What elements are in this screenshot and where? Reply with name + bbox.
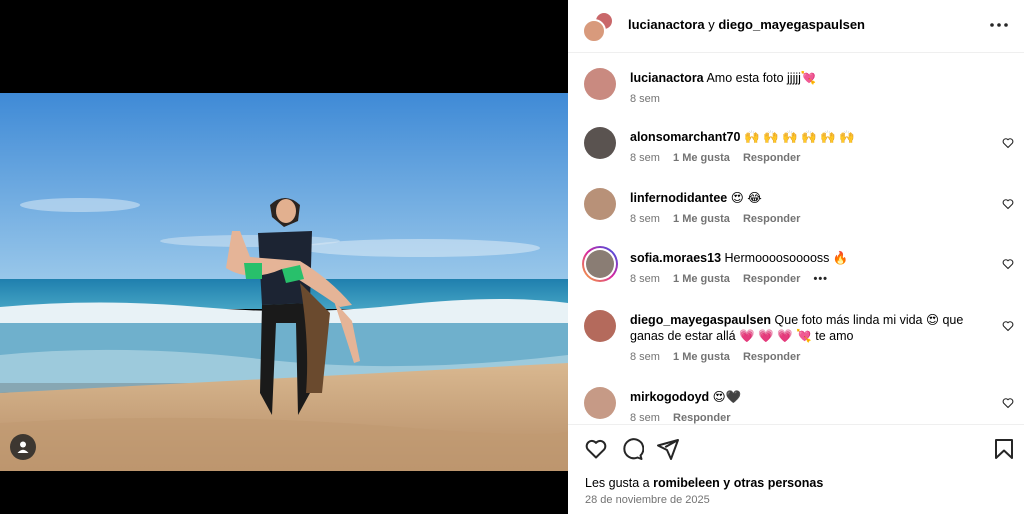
comment-meta: 8 sem 1 Me gusta Responder <box>630 152 810 164</box>
comment-text-row: diego_mayegaspaulsen Que foto más linda … <box>630 312 970 344</box>
comment-username[interactable]: diego_mayegaspaulsen <box>630 313 771 327</box>
collab-avatars[interactable] <box>582 11 616 43</box>
author-link[interactable]: diego_mayegaspaulsen <box>718 17 865 32</box>
comment-username[interactable]: linfernodidantee <box>630 191 727 205</box>
media-pane <box>0 0 568 514</box>
comment-time[interactable]: 8 sem <box>630 351 660 363</box>
comment-likes-count[interactable]: 1 Me gusta <box>673 273 730 285</box>
like-heart-icon[interactable] <box>584 437 608 461</box>
tagged-users-button[interactable] <box>10 434 36 460</box>
avatar[interactable] <box>584 127 616 159</box>
post-side-panel: lucianactora y diego_mayegaspaulsen luci… <box>568 0 1024 514</box>
comment-time[interactable]: 8 sem <box>630 273 660 285</box>
liker-username[interactable]: romibeleen <box>653 476 720 490</box>
comment-text: Hermoooosooooss 🔥 <box>724 251 849 265</box>
comment-username[interactable]: lucianactora <box>630 71 704 85</box>
comment-time[interactable]: 8 sem <box>630 213 660 225</box>
comment-icon[interactable] <box>620 437 644 461</box>
comment-meta: 8 sem <box>630 93 670 105</box>
comment-time[interactable]: 8 sem <box>630 412 660 424</box>
reply-button[interactable]: Responder <box>743 152 800 164</box>
comments-list[interactable]: lucianactora Amo esta foto jjjjj💘 8 sem … <box>568 54 1024 424</box>
post-date[interactable]: 28 de noviembre de 2025 <box>585 494 710 506</box>
comment-meta: 8 sem Responder <box>630 412 741 424</box>
caption-text-row: lucianactora Amo esta foto jjjjj💘 <box>630 70 980 86</box>
story-ring[interactable] <box>582 246 618 282</box>
likes-prefix: Les gusta a <box>585 476 654 490</box>
comment-username[interactable]: mirkogodoyd <box>630 390 709 404</box>
post-photo[interactable] <box>0 93 568 471</box>
reply-button[interactable]: Responder <box>673 412 730 424</box>
comment-likes-count[interactable]: 1 Me gusta <box>673 213 730 225</box>
heart-icon[interactable] <box>1002 198 1014 210</box>
post-authors: lucianactora y diego_mayegaspaulsen <box>628 17 865 32</box>
post-header: lucianactora y diego_mayegaspaulsen <box>568 0 1024 53</box>
heart-icon[interactable] <box>1002 397 1014 409</box>
avatar[interactable] <box>584 188 616 220</box>
share-icon[interactable] <box>656 437 680 461</box>
reply-button[interactable]: Responder <box>743 213 800 225</box>
comment-likes-count[interactable]: 1 Me gusta <box>673 152 730 164</box>
comment-meta: 8 sem 1 Me gusta Responder ••• <box>630 273 838 285</box>
author-link[interactable]: lucianactora <box>628 17 705 32</box>
avatar[interactable] <box>584 310 616 342</box>
comment-username[interactable]: sofia.moraes13 <box>630 251 721 265</box>
caption-text: Amo esta foto jjjjj💘 <box>706 71 817 85</box>
reply-button[interactable]: Responder <box>743 273 800 285</box>
comment-text-row: mirkogodoyd 😍🖤 <box>630 389 980 405</box>
likes-summary: Les gusta a romibeleen y otras personas <box>585 476 823 490</box>
authors-connector: y <box>704 17 719 32</box>
save-bookmark-icon[interactable] <box>992 437 1016 461</box>
avatar <box>586 250 614 278</box>
comment-username[interactable]: alonsomarchant70 <box>630 130 740 144</box>
avatar <box>582 19 606 43</box>
comment-time[interactable]: 8 sem <box>630 152 660 164</box>
instagram-post-modal: lucianactora y diego_mayegaspaulsen luci… <box>0 0 1024 514</box>
comment-time[interactable]: 8 sem <box>630 93 660 105</box>
comment-meta: 8 sem 1 Me gusta Responder <box>630 213 810 225</box>
comment-text: 😍🖤 <box>712 390 742 404</box>
reply-button[interactable]: Responder <box>743 351 800 363</box>
comment-text: 🙌 🙌 🙌 🙌 🙌 🙌 <box>743 130 855 144</box>
user-icon <box>17 441 29 453</box>
heart-icon[interactable] <box>1002 320 1014 332</box>
heart-icon[interactable] <box>1002 137 1014 149</box>
more-horizontal-icon[interactable] <box>988 14 1010 36</box>
heart-icon[interactable] <box>1002 258 1014 270</box>
comment-meta: 8 sem 1 Me gusta Responder <box>630 351 810 363</box>
comment-text-row: sofia.moraes13 Hermoooosooooss 🔥 <box>630 250 980 266</box>
comment-text-row: alonsomarchant70 🙌 🙌 🙌 🙌 🙌 🙌 <box>630 129 980 145</box>
comment-text: 😍 😂 <box>730 191 762 205</box>
likes-suffix[interactable]: y otras personas <box>720 476 823 490</box>
comment-text-row: linfernodidantee 😍 😂 <box>630 190 980 206</box>
comment-likes-count[interactable]: 1 Me gusta <box>673 351 730 363</box>
comment-options-button[interactable]: ••• <box>813 273 828 285</box>
avatar[interactable] <box>584 68 616 100</box>
avatar[interactable] <box>584 387 616 419</box>
post-actions: Les gusta a romibeleen y otras personas … <box>568 424 1024 514</box>
